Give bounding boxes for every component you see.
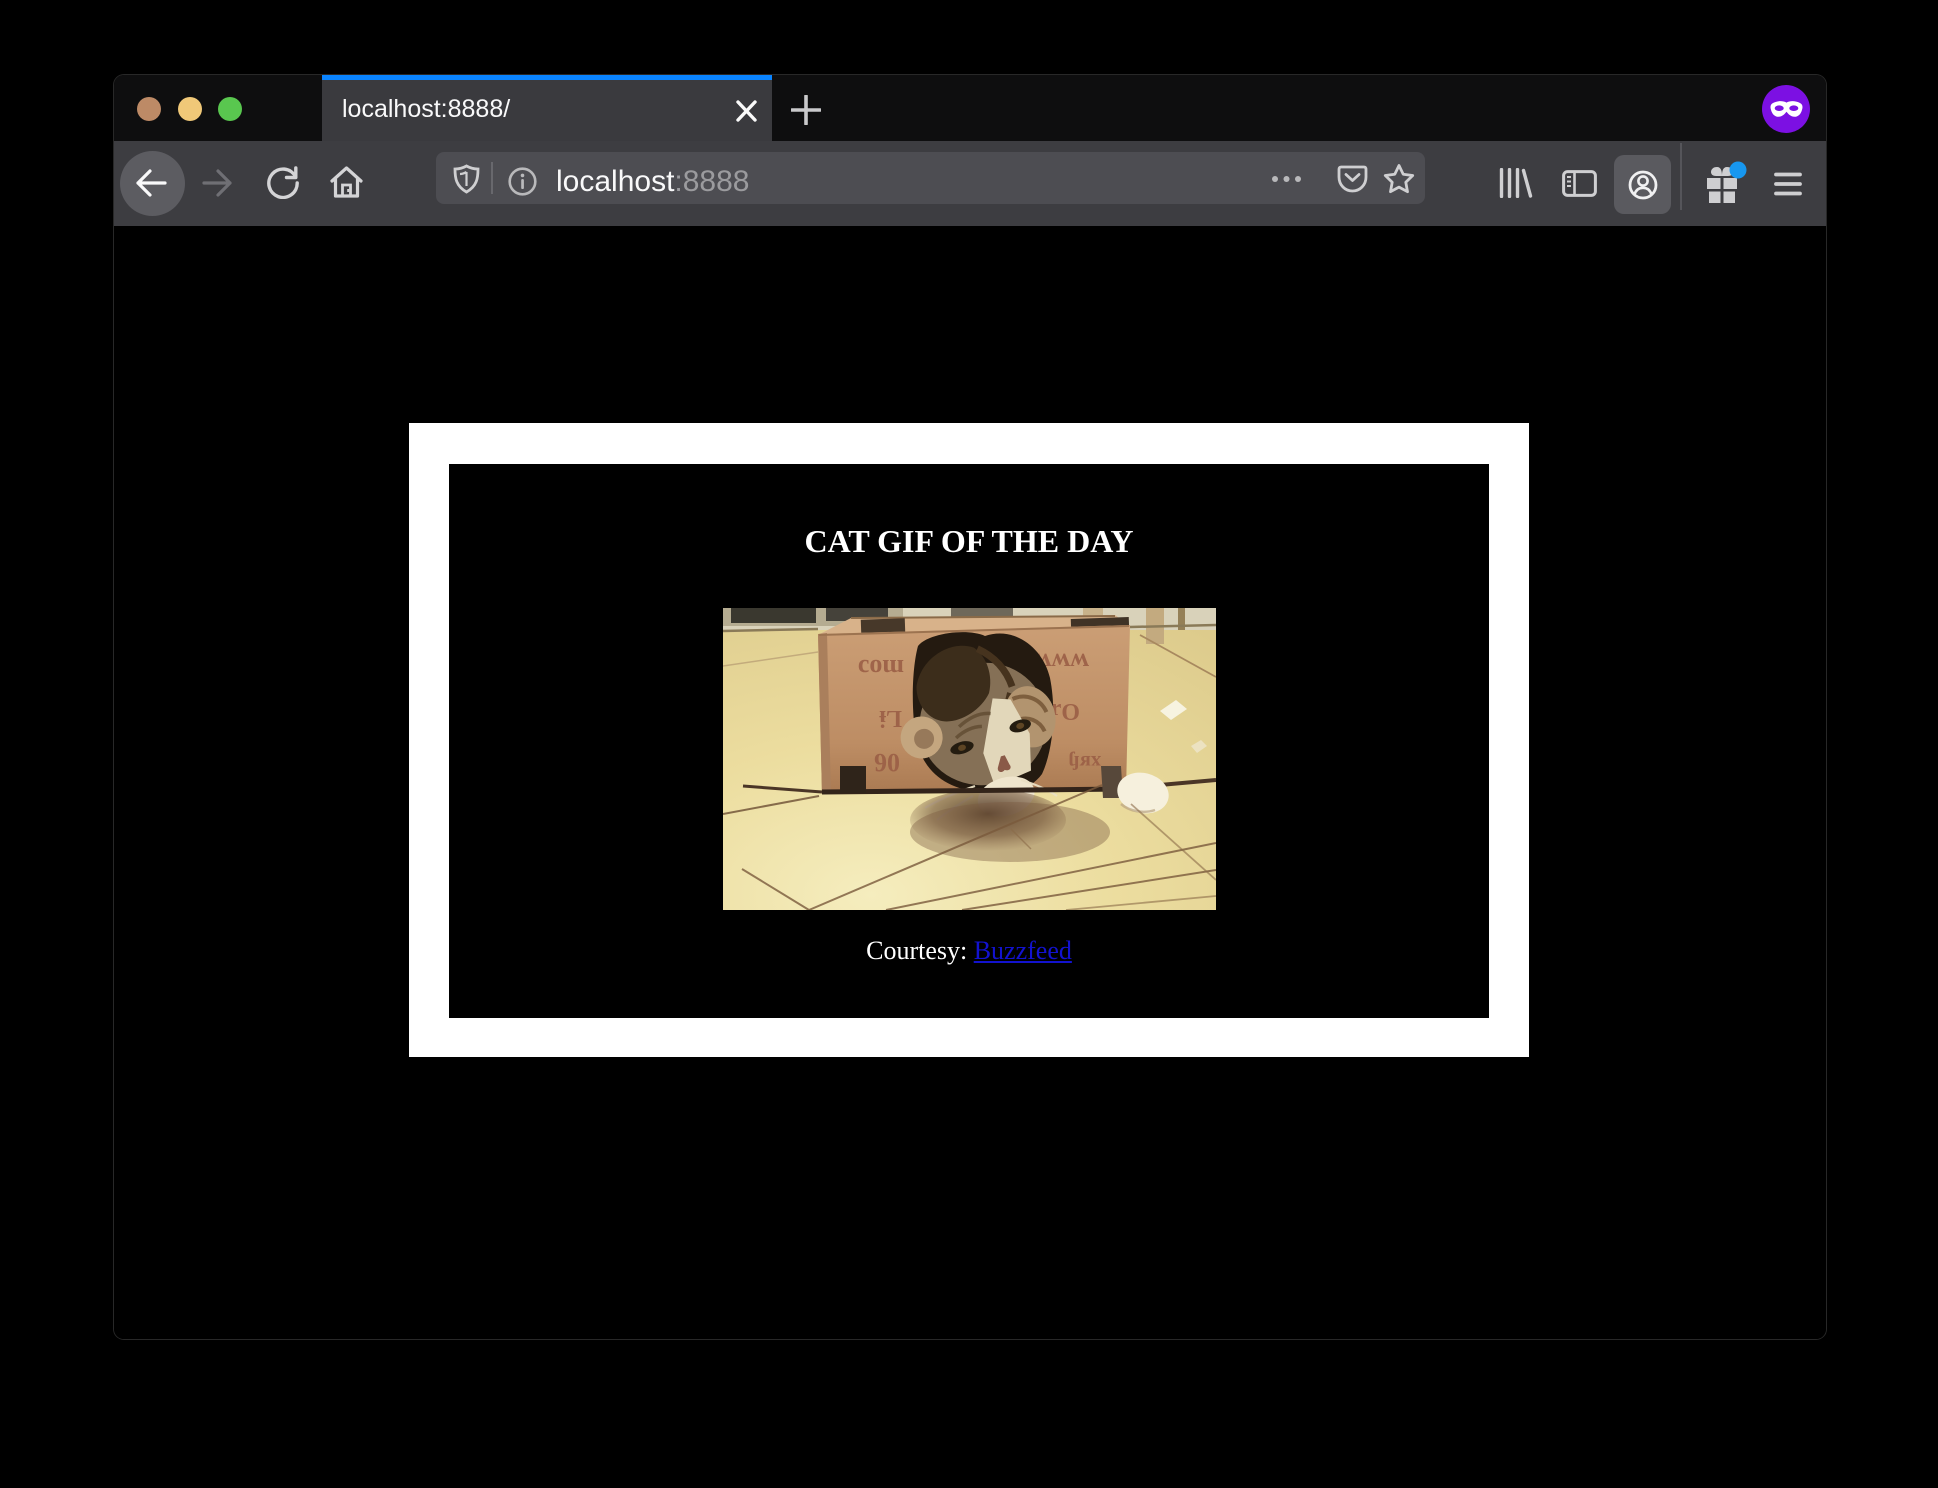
svg-text:xʁɧ: xʁɧ bbox=[1068, 751, 1101, 773]
svg-text:Lɨ: Lɨ bbox=[879, 705, 902, 731]
svg-text:06: 06 bbox=[874, 748, 900, 777]
svg-text:moɔ: moɔ bbox=[858, 654, 904, 683]
